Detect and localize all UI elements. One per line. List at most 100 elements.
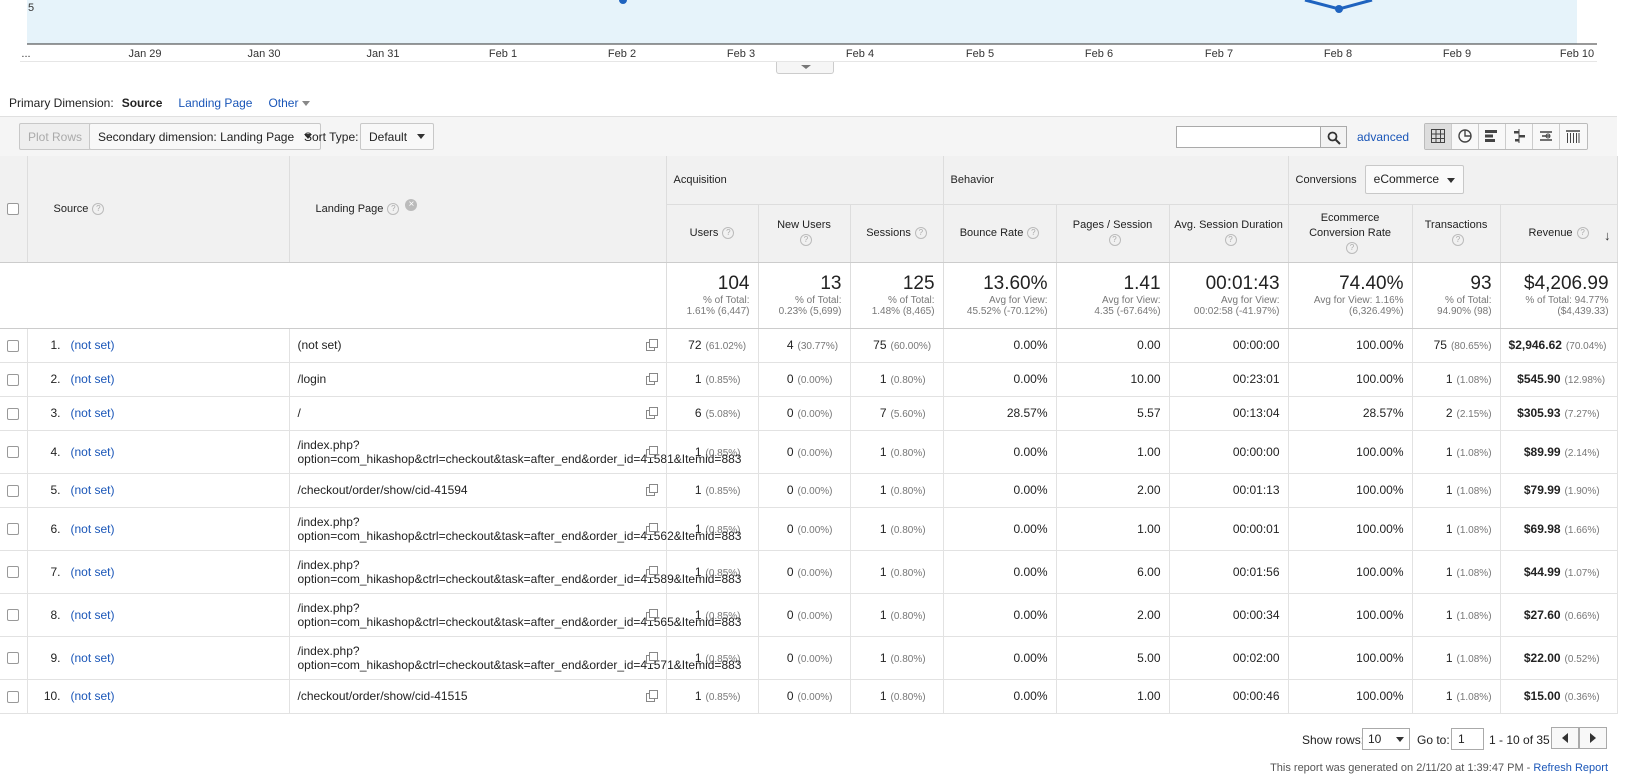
- total-bounce-rate-sub2: 45.52% (-70.12%): [966, 306, 1048, 317]
- column-bounce-rate[interactable]: Bounce Rate?: [943, 204, 1057, 263]
- table-row[interactable]: 2. (not set)/login 1 (0.85%) 0 (0.00%) 1 (0.80%…: [0, 362, 1618, 397]
- primary-dimension-landing-page[interactable]: Landing Page: [178, 96, 252, 110]
- source-link[interactable]: (not set): [71, 445, 115, 459]
- performance-view-button[interactable]: [1479, 124, 1506, 149]
- source-link[interactable]: (not set): [71, 651, 115, 665]
- column-revenue[interactable]: Revenue? ↓: [1500, 204, 1618, 263]
- source-link[interactable]: (not set): [71, 372, 115, 386]
- source-link[interactable]: (not set): [71, 565, 115, 579]
- refresh-report-link[interactable]: Refresh Report: [1533, 762, 1608, 774]
- term-cloud-view-button[interactable]: [1533, 124, 1560, 149]
- table-row[interactable]: 10. (not set) /checkout/order/show/cid-415…: [0, 679, 1618, 714]
- external-link-icon[interactable]: [645, 690, 658, 702]
- bounce-rate-cell: 0.00%: [943, 636, 1057, 680]
- chart-collapse-handle[interactable]: [776, 62, 834, 74]
- row-checkbox[interactable]: [7, 566, 20, 579]
- row-checkbox[interactable]: [7, 690, 20, 703]
- help-icon[interactable]: ?: [1224, 234, 1237, 247]
- goto-page-input[interactable]: 1: [1451, 728, 1484, 750]
- help-icon[interactable]: ?: [800, 234, 812, 247]
- help-icon[interactable]: ?: [1576, 226, 1589, 239]
- help-icon[interactable]: ?: [387, 202, 400, 215]
- row-checkbox[interactable]: [7, 373, 20, 386]
- advanced-filter-link[interactable]: advanced: [1357, 130, 1409, 144]
- table-row[interactable]: 1. (not set) (not set) 72 (61.02%) 4 (30.77%) 7…: [0, 328, 1618, 363]
- row-checkbox[interactable]: [7, 484, 20, 497]
- total-new-users-sub2: 0.23% (5,699): [778, 306, 842, 317]
- new-users-value: 0: [786, 483, 794, 497]
- external-link-icon[interactable]: [645, 373, 658, 385]
- users-percent: (0.85%): [705, 375, 741, 386]
- row-checkbox[interactable]: [7, 407, 20, 420]
- table-row[interactable]: 7. (not set) /index.php?option=com_hikasho…: [0, 550, 1618, 594]
- help-icon[interactable]: ?: [92, 202, 105, 215]
- comparison-view-button[interactable]: [1506, 124, 1533, 149]
- source-link[interactable]: (not set): [71, 608, 115, 622]
- source-cell: 2. (not set): [27, 362, 290, 397]
- source-link[interactable]: (not set): [71, 406, 115, 420]
- source-link[interactable]: (not set): [71, 338, 115, 352]
- show-rows-select[interactable]: 10: [1362, 728, 1410, 750]
- search-button[interactable]: [1321, 126, 1347, 148]
- column-transactions[interactable]: Transactions?: [1412, 204, 1501, 263]
- column-avg-session-duration[interactable]: Avg. Session Duration?: [1169, 204, 1289, 263]
- row-checkbox[interactable]: [7, 652, 20, 665]
- table-search-input[interactable]: [1176, 126, 1321, 148]
- sessions-percent: (5.60%): [890, 409, 926, 420]
- external-link-icon[interactable]: [645, 445, 658, 458]
- remove-dimension-icon[interactable]: ×: [405, 198, 418, 211]
- source-link[interactable]: (not set): [71, 689, 115, 703]
- row-checkbox[interactable]: [7, 446, 20, 459]
- data-view-button[interactable]: [1425, 124, 1452, 149]
- row-checkbox[interactable]: [7, 609, 20, 622]
- percentage-view-button[interactable]: [1452, 124, 1479, 149]
- row-checkbox[interactable]: [7, 339, 20, 352]
- primary-dimension-source[interactable]: Source: [122, 96, 163, 110]
- help-icon[interactable]: ?: [722, 226, 735, 239]
- external-link-icon[interactable]: [645, 484, 658, 496]
- column-landing-page[interactable]: Landing Page? ×: [289, 156, 667, 263]
- external-link-icon[interactable]: [645, 608, 658, 621]
- plot-rows-button[interactable]: Plot Rows: [19, 123, 92, 150]
- help-icon[interactable]: ?: [1452, 234, 1465, 247]
- primary-dimension-other[interactable]: Other: [268, 96, 311, 110]
- new-users-percent: (0.00%): [797, 567, 833, 579]
- table-row[interactable]: 8. (not set) /index.php?option=com_hikasho…: [0, 593, 1618, 637]
- column-sessions[interactable]: Sessions?: [850, 204, 944, 263]
- total-conv-rate-sub1: Avg for View: 1.16%: [1313, 295, 1404, 306]
- table-row[interactable]: 9. (not set) /index.php?option=com_hikasho…: [0, 636, 1618, 680]
- column-users[interactable]: Users?: [666, 204, 759, 263]
- help-icon[interactable]: ?: [1027, 226, 1040, 239]
- external-link-icon[interactable]: [645, 339, 658, 351]
- select-all-checkbox[interactable]: [7, 202, 20, 215]
- source-link[interactable]: (not set): [71, 522, 115, 536]
- external-link-icon[interactable]: [645, 651, 658, 664]
- table-row[interactable]: 5. (not set) /checkout/order/show/cid-4159…: [0, 473, 1618, 508]
- help-icon[interactable]: ?: [1108, 234, 1121, 247]
- row-index: 8.: [50, 607, 61, 622]
- help-icon[interactable]: ?: [914, 226, 927, 239]
- row-checkbox[interactable]: [7, 523, 20, 536]
- sort-type-dropdown[interactable]: Default: [360, 123, 435, 150]
- previous-page-button[interactable]: [1551, 727, 1579, 749]
- conversions-dropdown[interactable]: eCommerce: [1364, 165, 1465, 195]
- column-ecommerce-conversion-rate[interactable]: Ecommerce Conversion Rate?: [1288, 204, 1413, 263]
- table-row[interactable]: 6. (not set) /index.php?option=com_hikasho…: [0, 507, 1618, 551]
- table-row[interactable]: 3. (not set)/6 (5.08%) 0 (0.00%) 7 (5.60%) 28.5…: [0, 396, 1618, 431]
- table-row[interactable]: 4. (not set) /index.php?option=com_hikasho…: [0, 430, 1618, 474]
- sessions-percent: (0.80%): [890, 524, 926, 536]
- row-index: 1.: [50, 338, 61, 352]
- column-source[interactable]: Source?: [27, 156, 290, 263]
- goto-label: Go to:: [1417, 733, 1450, 747]
- secondary-dimension-dropdown[interactable]: Secondary dimension: Landing Page: [89, 123, 322, 150]
- external-link-icon[interactable]: [645, 522, 658, 535]
- next-page-button[interactable]: [1579, 727, 1607, 749]
- column-new-users[interactable]: New Users?: [758, 204, 851, 263]
- landing-page-cell: /index.php?option=com_hikashop&ctrl=chec…: [289, 550, 741, 594]
- external-link-icon[interactable]: [645, 407, 658, 419]
- help-icon[interactable]: ?: [1346, 241, 1359, 254]
- column-pages-session[interactable]: Pages / Session?: [1056, 204, 1170, 263]
- source-link[interactable]: (not set): [71, 483, 115, 497]
- external-link-icon[interactable]: [645, 565, 658, 578]
- pivot-view-button[interactable]: [1560, 124, 1587, 149]
